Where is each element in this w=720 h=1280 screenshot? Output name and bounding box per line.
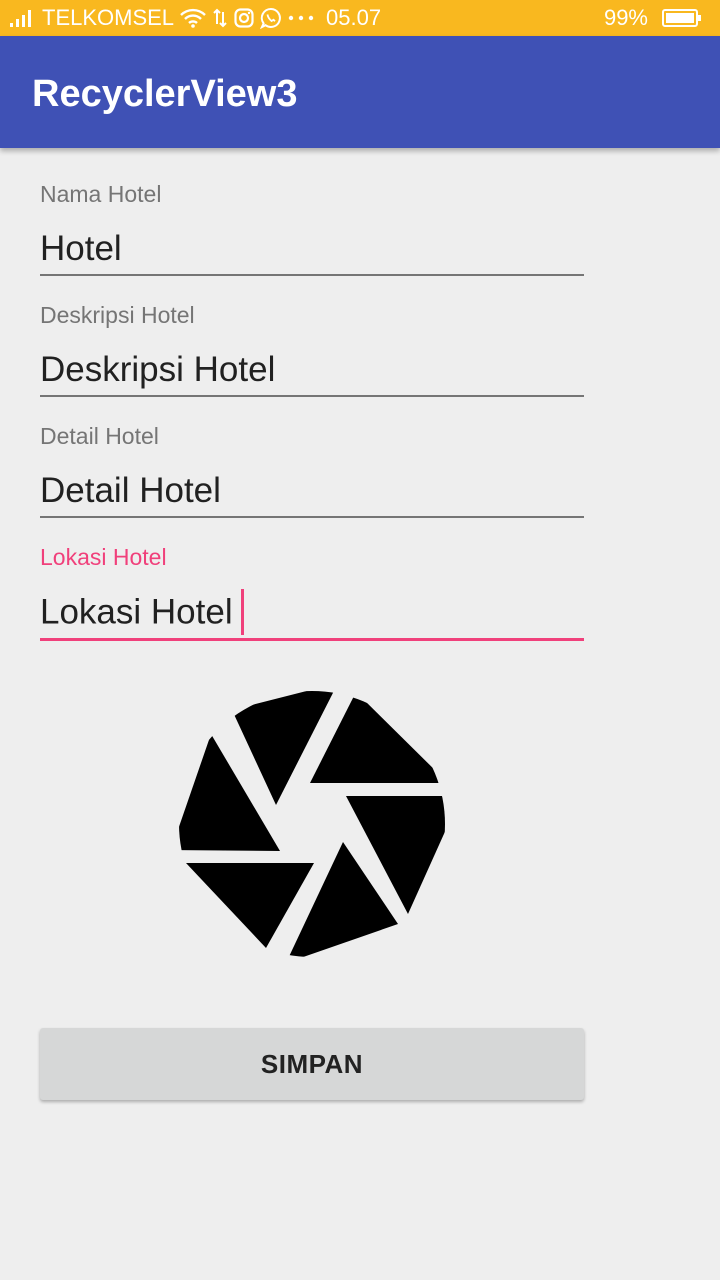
status-bar-right: 99% [604, 0, 708, 36]
nama-hotel-input[interactable]: Hotel [40, 228, 584, 272]
carrier-name: TELKOMSEL [42, 5, 175, 30]
instagram-icon [234, 8, 254, 28]
status-bar: TELKOMSEL 05.07 99% [0, 0, 720, 36]
signal-icon [10, 9, 36, 27]
deskripsi-hotel-field[interactable]: Deskripsi Hotel Deskripsi Hotel [40, 301, 584, 397]
deskripsi-hotel-input[interactable]: Deskripsi Hotel [40, 349, 584, 393]
text-cursor [240, 589, 244, 635]
deskripsi-hotel-underline [40, 395, 584, 397]
lokasi-hotel-field[interactable]: Lokasi Hotel Lokasi Hotel [40, 543, 584, 641]
save-button[interactable]: SIMPAN [40, 1028, 584, 1100]
status-bar-left: TELKOMSEL 05.07 [10, 0, 381, 36]
nama-hotel-field[interactable]: Nama Hotel Hotel [40, 180, 584, 276]
more-notifications-icon [288, 14, 314, 22]
battery-icon [662, 8, 702, 28]
detail-hotel-field[interactable]: Detail Hotel Detail Hotel [40, 422, 584, 518]
lokasi-hotel-underline [40, 638, 584, 641]
nama-hotel-underline [40, 274, 584, 276]
deskripsi-hotel-label: Deskripsi Hotel [40, 302, 195, 328]
data-transfer-icon [212, 8, 228, 28]
camera-shutter-icon[interactable] [176, 688, 448, 960]
app-bar: RecyclerView3 [0, 36, 720, 148]
detail-hotel-input[interactable]: Detail Hotel [40, 470, 584, 514]
detail-hotel-label: Detail Hotel [40, 423, 159, 449]
detail-hotel-underline [40, 516, 584, 518]
lokasi-hotel-value: Lokasi Hotel [40, 592, 233, 632]
status-time: 05.07 [326, 5, 382, 30]
lokasi-hotel-input[interactable]: Lokasi Hotel [40, 589, 584, 635]
wifi-icon [180, 8, 206, 28]
app-title: RecyclerView3 [32, 73, 298, 115]
lokasi-hotel-label: Lokasi Hotel [40, 544, 167, 570]
whatsapp-icon [260, 7, 282, 29]
battery-percent: 99% [603, 5, 648, 30]
nama-hotel-label: Nama Hotel [40, 181, 162, 207]
